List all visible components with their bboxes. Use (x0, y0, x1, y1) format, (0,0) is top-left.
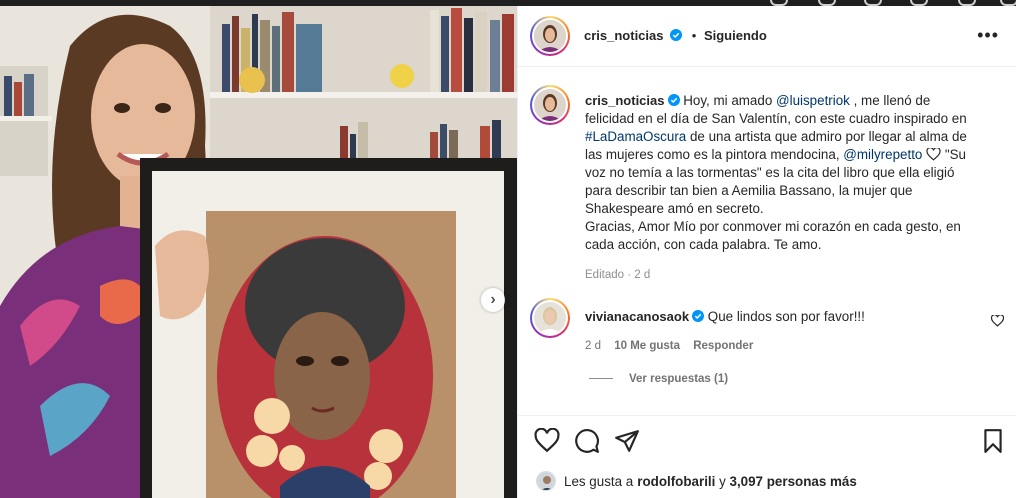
heart-emoji-icon (926, 147, 941, 161)
verified-icon (692, 310, 705, 322)
post-details-panel: cris_noticias • Siguiendo ••• cris_notic… (517, 6, 1016, 498)
liker-username[interactable]: rodolfobarili (637, 474, 715, 489)
liker-avatar[interactable] (536, 471, 556, 491)
view-replies-label: Ver respuestas (1) (629, 373, 729, 385)
verified-icon (667, 94, 680, 106)
share-icon[interactable] (614, 428, 640, 454)
avatar-image (534, 20, 566, 52)
likes-summary: Les gusta a rodolfobarili y 3,097 person… (536, 467, 1006, 495)
mention-link[interactable]: @milyrepetto (843, 147, 922, 162)
comment-likes-count[interactable]: 10 Me gusta (614, 340, 680, 352)
bookmark-icon[interactable] (980, 428, 1006, 454)
commenter-username[interactable]: vivianacanosaok (585, 309, 689, 324)
next-slide-button[interactable]: › (481, 288, 505, 312)
commenter-avatar-image (534, 302, 566, 334)
likes-count[interactable]: 3,097 personas más (730, 474, 857, 489)
comment-meta-row: 2 d 10 Me gusta Responder (585, 340, 763, 352)
separator-dot: • (691, 28, 697, 43)
comment-icon[interactable] (574, 428, 600, 454)
comment-text: Que lindos son por favor!!! (707, 309, 865, 324)
liker-avatar-image (537, 472, 555, 490)
comment-like-heart-icon[interactable] (991, 315, 1004, 327)
likes-middle: y (715, 473, 730, 489)
post-caption: cris_noticias Hoy, mi amado @luispetriok… (585, 92, 981, 284)
caption-text-part: Gracias, Amor Mío por conmover mi corazó… (585, 219, 961, 252)
replies-divider (589, 378, 613, 380)
chevron-right-icon: › (490, 291, 496, 308)
post-photo (0, 6, 517, 498)
view-replies-button[interactable]: Ver respuestas (1) (589, 373, 728, 385)
post-header: cris_noticias • Siguiendo ••• (518, 6, 1016, 67)
caption-text-part: Hoy, mi amado (679, 93, 776, 108)
following-button[interactable]: Siguiendo (704, 28, 767, 43)
comment: vivianacanosaok Que lindos son por favor… (585, 308, 965, 326)
header-username[interactable]: cris_noticias (584, 28, 664, 43)
caption-avatar[interactable] (530, 85, 570, 125)
edited-timestamp: Editado · 2 d (585, 269, 651, 281)
mention-link[interactable]: @luispetriok (776, 93, 850, 108)
heart-icon[interactable] (534, 428, 560, 454)
caption-username[interactable]: cris_noticias (585, 93, 665, 108)
likes-prefix: Les gusta a (564, 473, 634, 489)
more-options-icon[interactable]: ••• (977, 26, 999, 44)
commenter-avatar[interactable] (530, 298, 570, 338)
verified-icon (670, 29, 683, 41)
avatar[interactable] (530, 16, 570, 56)
comment-age: 2 d (585, 340, 601, 352)
post-image[interactable]: › (0, 6, 517, 498)
hashtag-link[interactable]: #LaDamaOscura (585, 129, 686, 144)
caption-avatar-image (534, 89, 566, 121)
post-actions-bar (518, 415, 1016, 467)
reply-button[interactable]: Responder (693, 340, 753, 352)
header-user-line: cris_noticias • Siguiendo (584, 28, 767, 43)
